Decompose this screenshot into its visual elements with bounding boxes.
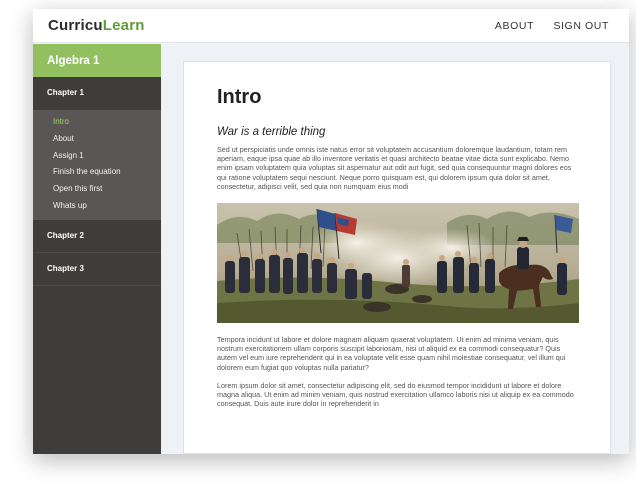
battle-painting-image bbox=[217, 203, 579, 324]
lesson-item-finish-equation[interactable]: Finish the equation bbox=[33, 164, 161, 181]
paragraph-1: Sed ut perspiciatis unde omnis iste natu… bbox=[217, 145, 572, 191]
course-title[interactable]: Algebra 1 bbox=[33, 44, 161, 77]
brand-logo-part2: Learn bbox=[102, 17, 145, 34]
sidebar-chapter-2[interactable]: Chapter 2 bbox=[33, 220, 161, 253]
battle-painting-graphic bbox=[217, 203, 579, 324]
paragraph-2: Tempora incidunt ut labore et dolore mag… bbox=[217, 335, 566, 372]
content-panel: Intro War is a terrible thing Sed ut per… bbox=[183, 61, 611, 454]
about-link[interactable]: ABOUT bbox=[495, 20, 534, 32]
sidebar: Algebra 1 Chapter 1 Intro About Assign 1… bbox=[33, 44, 161, 454]
top-nav: ABOUT SIGN OUT bbox=[479, 20, 609, 32]
lesson-item-assign-1[interactable]: Assign 1 bbox=[33, 148, 161, 165]
chapter-1-lessons: Intro About Assign 1 Finish the equation… bbox=[33, 110, 161, 220]
paragraph-3: Lorem ipsum dolor sit amet, consectetur … bbox=[217, 380, 574, 409]
sidebar-chapter-3[interactable]: Chapter 3 bbox=[33, 253, 161, 286]
sidebar-chapter-1[interactable]: Chapter 1 bbox=[33, 77, 161, 110]
brand-logo[interactable]: CurricuLearn bbox=[48, 17, 145, 34]
lesson-item-whats-up[interactable]: Whats up bbox=[33, 198, 161, 215]
lesson-item-open-first[interactable]: Open this first bbox=[33, 181, 161, 198]
lesson-item-about[interactable]: About bbox=[33, 131, 161, 148]
page-title: Intro bbox=[217, 86, 262, 108]
lesson-item-intro[interactable]: Intro bbox=[33, 114, 161, 131]
top-bar: CurricuLearn ABOUT SIGN OUT bbox=[33, 9, 629, 43]
brand-logo-part1: Curricu bbox=[48, 17, 103, 34]
lesson-subtitle: War is a terrible thing bbox=[217, 126, 326, 138]
lesson-body: Intro War is a terrible thing Sed ut per… bbox=[217, 86, 579, 408]
app-window: CurricuLearn ABOUT SIGN OUT Algebra 1 Ch… bbox=[33, 9, 629, 454]
sign-out-link[interactable]: SIGN OUT bbox=[553, 20, 609, 32]
